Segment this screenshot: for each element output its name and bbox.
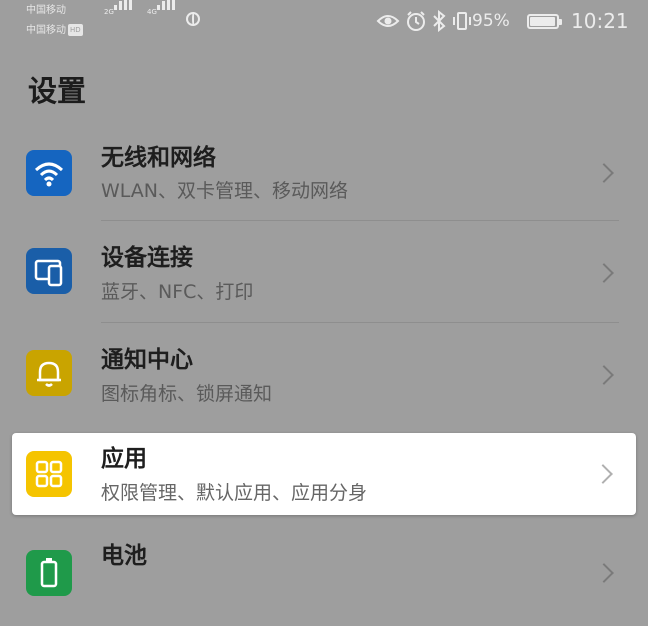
settings-item-subtitle: 图标角标、锁屏通知 [101, 383, 273, 405]
settings-item-battery[interactable]: 电池 [0, 526, 648, 626]
settings-item-title: 电池 [101, 543, 147, 569]
chevron-right-icon [593, 464, 613, 484]
hd-badge: HD [68, 24, 83, 36]
settings-item-title: 设备连接 [101, 245, 193, 271]
chevron-right-icon [594, 163, 614, 183]
bell-icon [26, 350, 72, 396]
settings-item-subtitle: 权限管理、默认应用、应用分身 [101, 482, 368, 504]
settings-item-title: 通知中心 [101, 347, 193, 373]
battery-icon [527, 14, 562, 29]
settings-item-subtitle: WLAN、双卡管理、移动网络 [101, 180, 349, 202]
page-title: 设置 [28, 74, 87, 108]
wifi-icon [26, 150, 72, 196]
settings-item-subtitle: 蓝牙、NFC、打印 [101, 281, 254, 303]
battery-percent: 95% [472, 11, 510, 31]
battery-setting-icon [26, 550, 72, 596]
settings-item-title: 无线和网络 [101, 145, 216, 171]
alarm-icon [407, 11, 425, 31]
bluetooth-icon [433, 10, 446, 32]
chevron-right-icon [594, 263, 614, 283]
chevron-right-icon [594, 563, 614, 583]
chevron-right-icon [594, 365, 614, 385]
clock: 10:21 [571, 9, 629, 33]
device-connection-icon [26, 248, 72, 294]
network-type-2: 4G [147, 8, 157, 16]
network-type-1: 2G [104, 8, 114, 16]
status-bar: 中国移动 中国移动 HD 2G 4G 95% 10:21 [0, 0, 648, 46]
divider [101, 322, 619, 323]
vibrate-icon [453, 12, 471, 30]
globe-icon [186, 12, 200, 26]
carrier-label-2: 中国移动 HD [26, 24, 83, 36]
eye-icon [376, 15, 400, 27]
apps-grid-icon [26, 451, 72, 497]
settings-item-apps[interactable]: 应用 权限管理、默认应用、应用分身 [12, 433, 636, 515]
settings-item-notification-center[interactable]: 通知中心 图标角标、锁屏通知 [0, 324, 648, 424]
settings-item-device-connection[interactable]: 设备连接 蓝牙、NFC、打印 [0, 222, 648, 322]
settings-item-title: 应用 [101, 446, 147, 472]
carrier-label-1: 中国移动 [26, 5, 66, 16]
divider [101, 220, 619, 221]
settings-item-wireless-network[interactable]: 无线和网络 WLAN、双卡管理、移动网络 [0, 130, 648, 230]
